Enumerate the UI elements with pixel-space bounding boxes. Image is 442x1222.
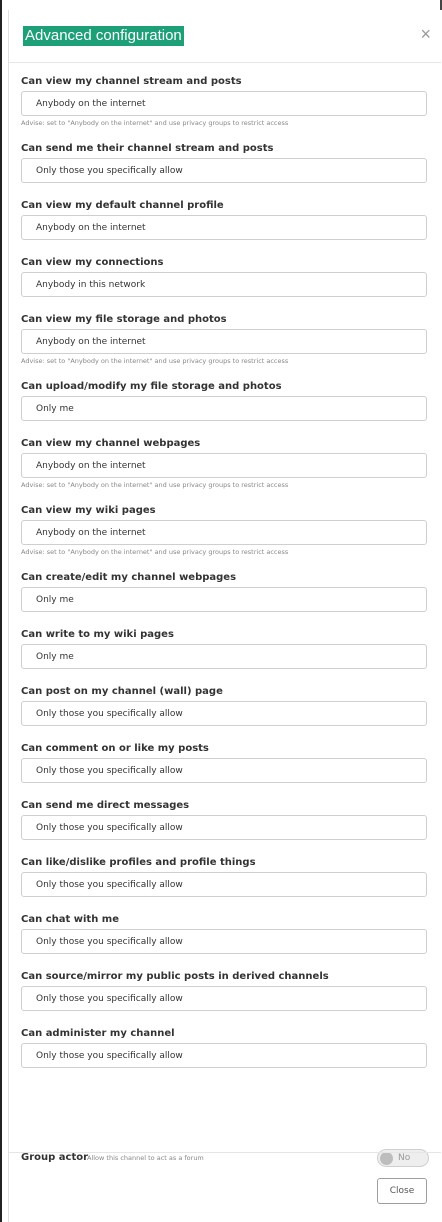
permission-label: Can view my wiki pages: [21, 505, 156, 516]
permission-field: Can view my wiki pages Anybody on the int…: [21, 505, 429, 557]
permission-label: Can source/mirror my public posts in der…: [21, 971, 329, 982]
permission-field: Can view my channel stream and posts Anyb…: [21, 76, 429, 128]
permission-field: Can view my connections Anybody in this n…: [21, 257, 429, 297]
permission-field: Can view my default channel profile Anybo…: [21, 200, 429, 240]
permission-label: Can chat with me: [21, 914, 119, 925]
permission-label: Can administer my channel: [21, 1028, 175, 1039]
permission-field: Can view my file storage and photos Anybo…: [21, 314, 429, 366]
permission-field: Can administer my channel Only those you …: [21, 1028, 429, 1068]
close-button[interactable]: Close: [377, 1178, 427, 1204]
permission-field: Can upload/modify my file storage and ph…: [21, 381, 429, 421]
permission-select[interactable]: Only those you specifically allow: [21, 986, 427, 1011]
permission-label: Can view my default channel profile: [21, 200, 224, 211]
permission-label: Can comment on or like my posts: [21, 743, 209, 754]
permission-hint: Advise: set to "Anybody on the internet"…: [21, 548, 289, 556]
permission-field: Can like/dislike profiles and profile th…: [21, 857, 429, 897]
permission-select[interactable]: Only those you specifically allow: [21, 815, 427, 840]
permission-field: Can source/mirror my public posts in der…: [21, 971, 429, 1011]
permission-select[interactable]: Only those you specifically allow: [21, 929, 427, 954]
permission-label: Can post on my channel (wall) page: [21, 686, 223, 697]
permission-label: Can create/edit my channel webpages: [21, 572, 237, 583]
permission-select[interactable]: Only me: [21, 396, 427, 421]
toggle-state-text: No: [398, 1153, 411, 1163]
permission-hint: Advise: set to "Anybody on the internet"…: [21, 357, 289, 365]
permission-field: Can send me their channel stream and pos…: [21, 143, 429, 183]
permission-label: Can view my connections: [21, 257, 164, 268]
permission-select[interactable]: Only those you specifically allow: [21, 701, 427, 726]
permission-label: Can upload/modify my file storage and ph…: [21, 381, 282, 392]
permission-label: Can view my channel stream and posts: [21, 76, 242, 87]
permission-hint: Advise: set to "Anybody on the internet"…: [21, 119, 289, 127]
permission-select[interactable]: Anybody on the internet: [21, 215, 427, 240]
permission-hint: Advise: set to "Anybody on the internet"…: [21, 481, 289, 489]
permission-label: Can send me their channel stream and pos…: [21, 143, 274, 154]
permission-field: Can create/edit my channel webpages Only …: [21, 572, 429, 612]
advanced-configuration-dialog: Advanced configuration × Can view my cha…: [8, 10, 441, 1222]
permission-select[interactable]: Anybody in this network: [21, 272, 427, 297]
permission-field: Can view my channel webpages Anybody on t…: [21, 438, 429, 490]
permission-field: Can post on my channel (wall) page Only t…: [21, 686, 429, 726]
permission-select[interactable]: Anybody on the internet: [21, 91, 427, 116]
permission-select[interactable]: Only me: [21, 587, 427, 612]
dialog-footer-divider: [9, 1152, 441, 1153]
permission-field: Can write to my wiki pages Only me: [21, 629, 429, 669]
permission-select[interactable]: Only those you specifically allow: [21, 158, 427, 183]
group-actor-description: Allow this channel to act as a forum: [87, 1154, 204, 1162]
permission-label: Can like/dislike profiles and profile th…: [21, 857, 256, 868]
permission-label: Can send me direct messages: [21, 800, 190, 811]
permission-label: Can write to my wiki pages: [21, 629, 174, 640]
dialog-header: Advanced configuration ×: [9, 10, 441, 63]
permission-label: Can view my channel webpages: [21, 438, 201, 449]
page-edge: [0, 0, 2, 1222]
permission-select[interactable]: Only those you specifically allow: [21, 872, 427, 897]
permission-select[interactable]: Anybody on the internet: [21, 520, 427, 545]
permission-field: Can chat with me Only those you specifica…: [21, 914, 429, 954]
permission-select[interactable]: Anybody on the internet: [21, 453, 427, 478]
permission-select[interactable]: Only me: [21, 644, 427, 669]
permission-select[interactable]: Only those you specifically allow: [21, 758, 427, 783]
toggle-knob: [380, 1152, 393, 1165]
permission-field: Can send me direct messages Only those yo…: [21, 800, 429, 840]
permission-field: Can comment on or like my posts Only thos…: [21, 743, 429, 783]
permission-select[interactable]: Only those you specifically allow: [21, 1043, 427, 1068]
close-icon[interactable]: ×: [420, 24, 431, 44]
permission-label: Can view my file storage and photos: [21, 314, 227, 325]
permission-select[interactable]: Anybody on the internet: [21, 329, 427, 354]
group-actor-label: Group actor: [21, 1152, 89, 1163]
dialog-title: Advanced configuration: [23, 26, 184, 46]
